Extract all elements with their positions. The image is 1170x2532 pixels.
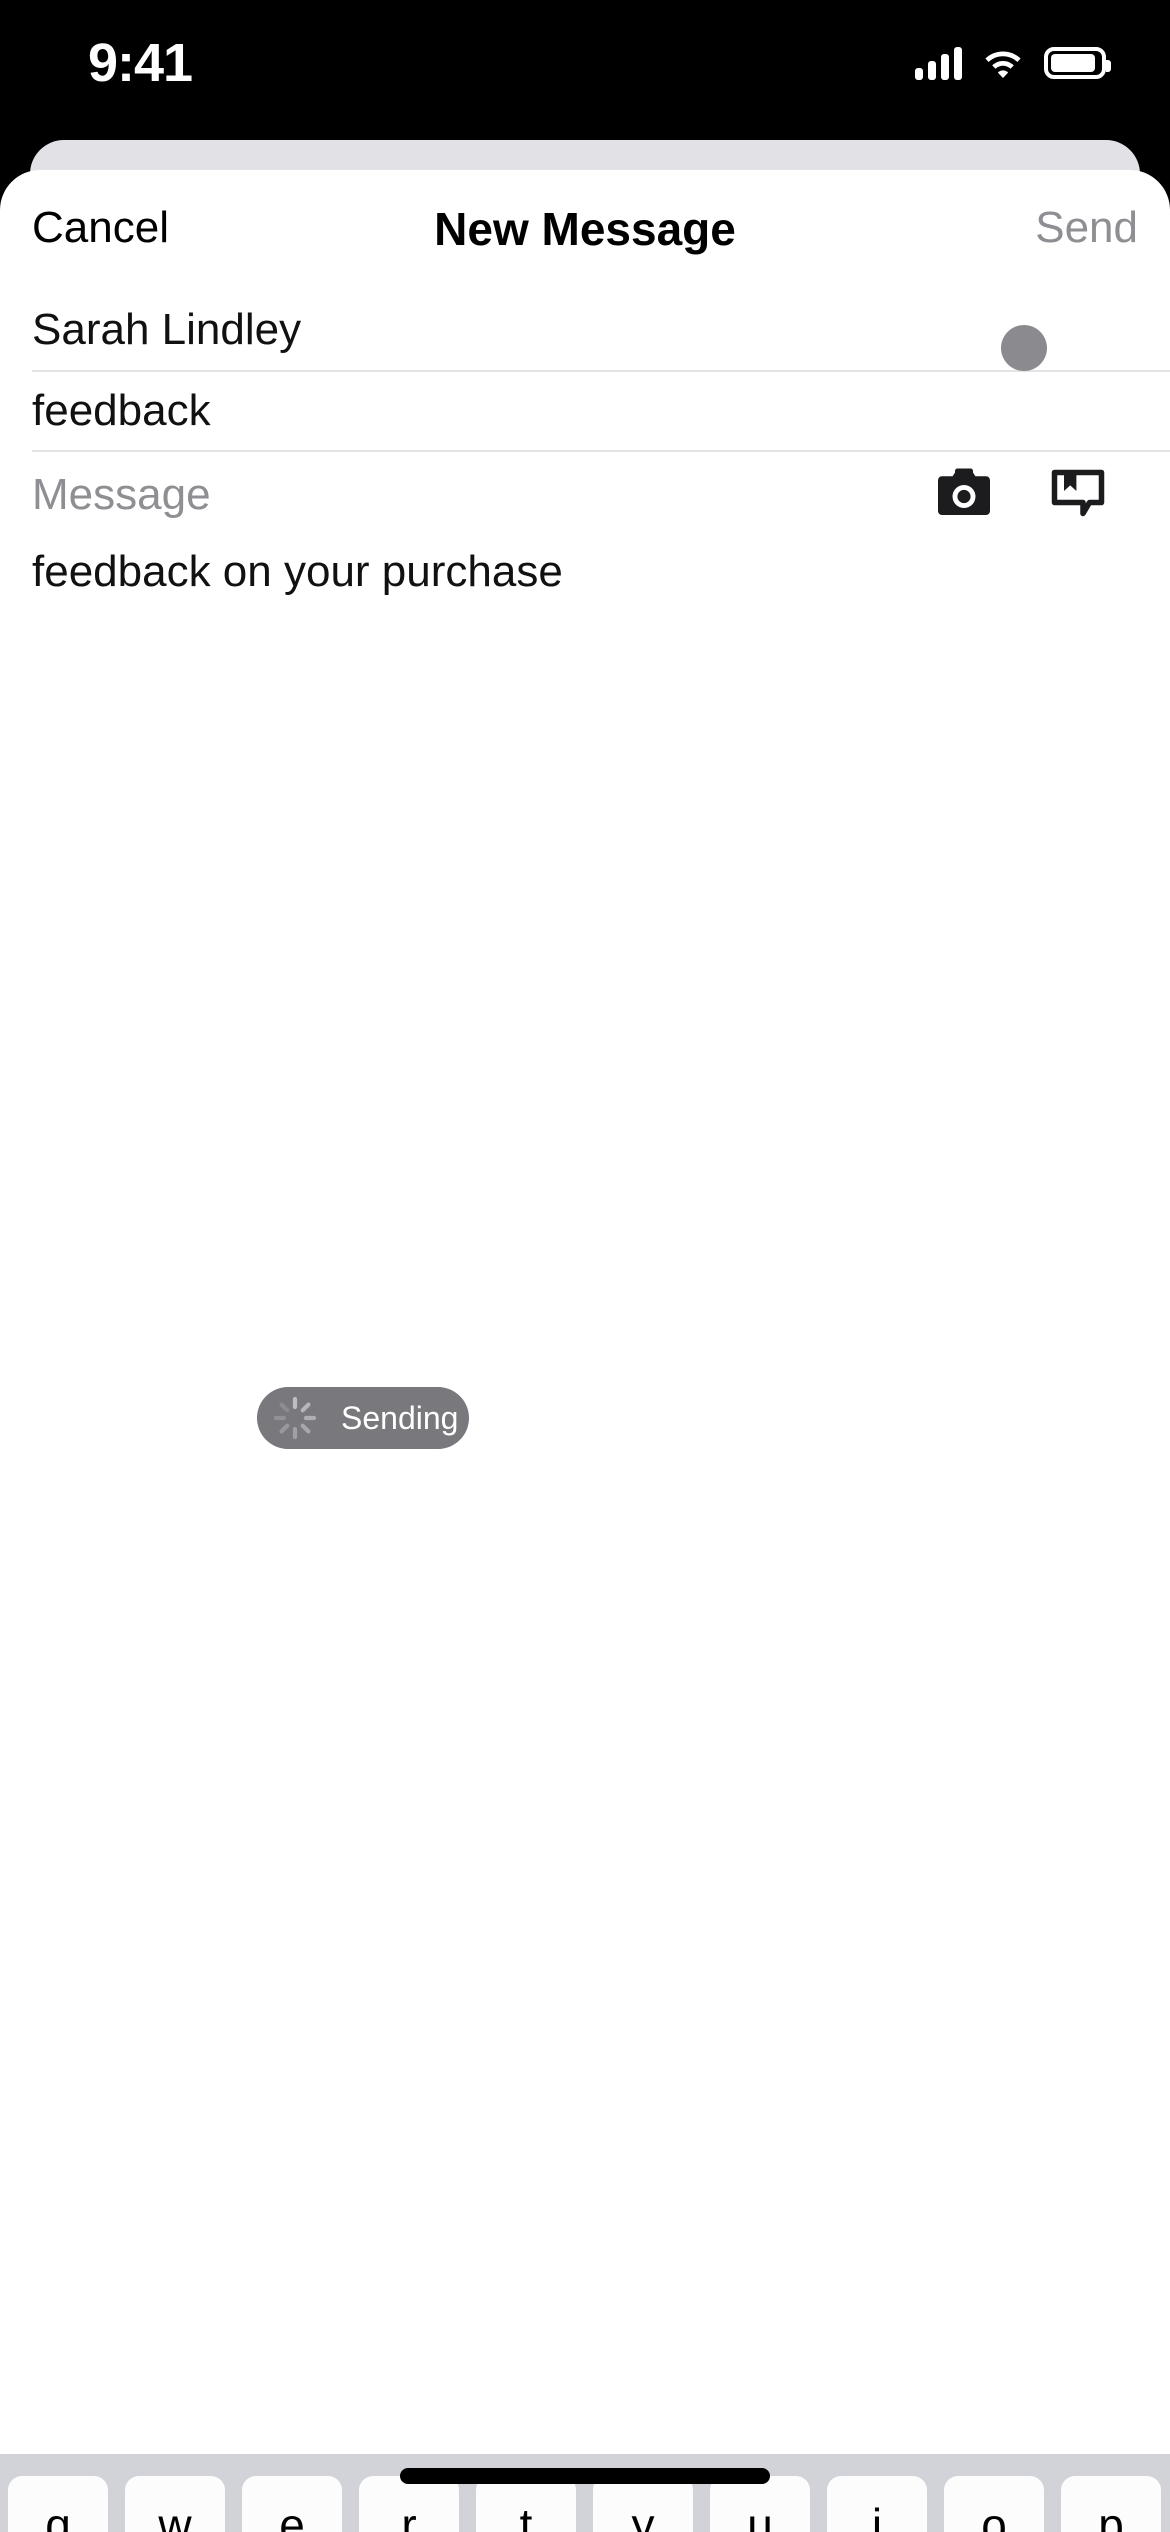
keyboard-top-row: qwertyuiop: [8, 2476, 1161, 2532]
recipient-field[interactable]: Sarah Lindley: [32, 290, 1170, 372]
new-message-sheet: Cancel New Message Send Sarah Lindley fe…: [0, 170, 1170, 2455]
activity-spinner-icon: [273, 1396, 317, 1440]
camera-icon[interactable]: [936, 466, 992, 520]
cellular-bars-icon: [915, 46, 962, 80]
wifi-icon: [985, 51, 1021, 78]
subject-value: feedback: [32, 386, 211, 435]
key-t[interactable]: t: [476, 2476, 576, 2532]
key-o[interactable]: o: [944, 2476, 1044, 2532]
key-e[interactable]: e: [242, 2476, 342, 2532]
message-field-header[interactable]: Message: [32, 452, 1170, 538]
phone-screen: 9:41 Cancel New Message Send Sarah Lindl…: [0, 0, 1170, 2532]
message-body-text[interactable]: feedback on your purchase: [32, 544, 1170, 599]
touch-indicator: [1001, 325, 1047, 371]
subject-field[interactable]: feedback: [32, 372, 1170, 452]
message-actions: [936, 466, 1106, 520]
key-u[interactable]: u: [710, 2476, 810, 2532]
status-bar-time: 9:41: [88, 33, 193, 93]
key-p[interactable]: p: [1061, 2476, 1161, 2532]
key-r[interactable]: r: [359, 2476, 459, 2532]
navigation-bar: Cancel New Message Send: [0, 170, 1170, 290]
page-title: New Message: [434, 203, 736, 255]
sending-toast: Sending: [257, 1387, 469, 1449]
send-button[interactable]: Send: [1035, 203, 1138, 252]
recipient-value: Sarah Lindley: [32, 305, 302, 354]
home-indicator[interactable]: [400, 2468, 770, 2484]
message-placeholder: Message: [32, 470, 211, 519]
battery-icon: [1044, 47, 1111, 79]
status-bar-indicators: [915, 40, 1111, 86]
key-w[interactable]: w: [125, 2476, 225, 2532]
sending-toast-label: Sending: [341, 1399, 459, 1436]
key-i[interactable]: i: [827, 2476, 927, 2532]
key-y[interactable]: y: [593, 2476, 693, 2532]
on-screen-keyboard[interactable]: qwertyuiop: [0, 2454, 1170, 2532]
saved-reply-bubble-icon[interactable]: [1050, 466, 1106, 520]
key-q[interactable]: q: [8, 2476, 108, 2532]
status-bar: 9:41: [0, 0, 1170, 150]
